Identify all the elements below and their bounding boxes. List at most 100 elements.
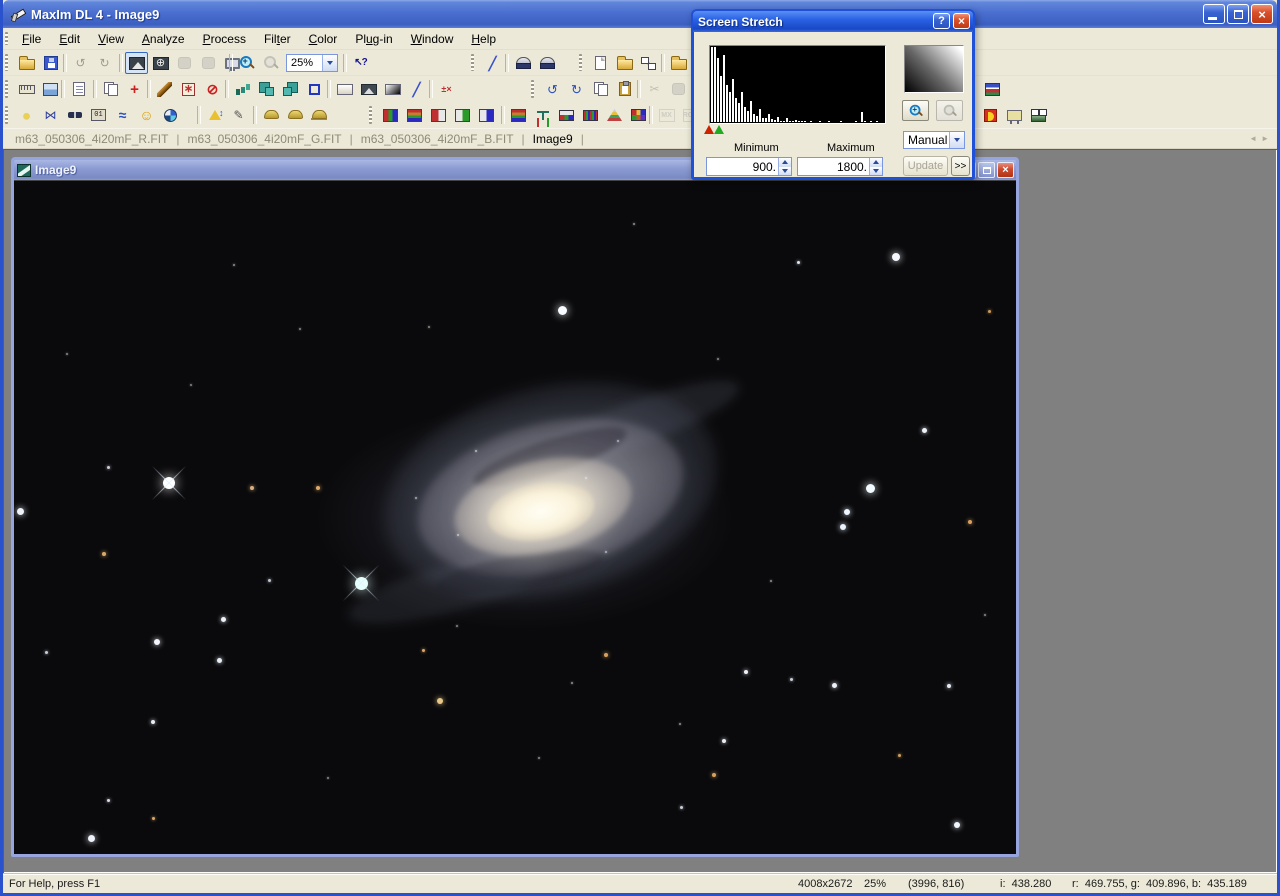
animate-frames-button[interactable]: 01	[87, 104, 110, 126]
ruler-button[interactable]	[15, 78, 38, 100]
gradient-remove-button[interactable]	[381, 78, 404, 100]
open-image-button[interactable]	[15, 52, 38, 74]
menu-file[interactable]: File	[13, 29, 50, 49]
redo-edit-button[interactable]: ↻	[565, 78, 588, 100]
new-document-button[interactable]	[589, 52, 612, 74]
tab-m63-050306-4i20mf-g-fit[interactable]: m63_050306_4i20mF_G.FIT	[184, 130, 346, 148]
toolbar-grip[interactable]	[5, 54, 8, 71]
night-vision-button[interactable]	[979, 104, 1002, 126]
menu-grip[interactable]	[5, 32, 8, 45]
tab-m63-050306-4i20mf-b-fit[interactable]: m63_050306_4i20mF_B.FIT	[357, 130, 518, 148]
stretch-histogram[interactable]	[709, 45, 886, 124]
file-manager-button[interactable]	[667, 52, 690, 74]
zoom-dropdown-arrow[interactable]	[322, 55, 337, 71]
restore-button[interactable]	[1227, 4, 1249, 24]
minimum-slider-handle[interactable]	[704, 125, 714, 134]
flatten-two-button[interactable]	[283, 104, 306, 126]
color-wheel-button[interactable]	[159, 104, 182, 126]
menu-edit[interactable]: Edit	[50, 29, 89, 49]
histogram-window-button[interactable]	[231, 78, 254, 100]
color-combine-button[interactable]	[379, 104, 402, 126]
minimum-input[interactable]: 900.	[706, 157, 792, 176]
stretch-mode-select[interactable]: Manual	[903, 131, 965, 149]
toolbar-grip[interactable]	[369, 106, 372, 124]
annotate-pencil-button[interactable]: ✎	[227, 104, 250, 126]
dome-camera-button[interactable]	[535, 52, 558, 74]
open-file-button[interactable]	[613, 52, 636, 74]
paste-button[interactable]	[613, 78, 636, 100]
screen-stretch-title-bar[interactable]: Screen Stretch ? ×	[693, 11, 973, 32]
split-green-button[interactable]	[451, 104, 474, 126]
toolbar-grip[interactable]	[471, 54, 474, 71]
menu-filter[interactable]: Filter	[255, 29, 300, 49]
unsharp-waves-button[interactable]: ≈	[111, 104, 134, 126]
line-tool-button[interactable]: ╱	[481, 52, 504, 74]
image9-close-button[interactable]: ×	[997, 162, 1014, 178]
screen-stretch-button[interactable]	[125, 52, 148, 74]
color-tiles-button[interactable]	[627, 104, 650, 126]
undo-edit-button[interactable]: ↺	[541, 78, 564, 100]
align-images-button[interactable]	[981, 78, 1004, 100]
rgb-stripes-button[interactable]	[579, 104, 602, 126]
expand-dialog-button[interactable]: >>	[951, 156, 970, 176]
curves-tool-button[interactable]: ╱	[405, 78, 428, 100]
galaxy-image-canvas[interactable]	[14, 180, 1016, 854]
color-layers-button[interactable]	[507, 104, 530, 126]
copy-button[interactable]	[589, 78, 612, 100]
menu-help[interactable]: Help	[462, 29, 505, 49]
screen-control-button[interactable]	[1003, 104, 1026, 126]
menu-view[interactable]: View	[89, 29, 133, 49]
tab-scroll-right-button[interactable]: ►	[1261, 134, 1269, 143]
menu-plugin[interactable]: Plug-in	[346, 29, 401, 49]
flatten-one-button[interactable]	[259, 104, 282, 126]
flatten-three-button[interactable]	[307, 104, 330, 126]
zoom-level-select[interactable]: 25%	[286, 54, 338, 72]
image-adjust-button[interactable]	[357, 78, 380, 100]
tab-image9[interactable]: Image9	[529, 130, 577, 148]
stretch-mode-dropdown-arrow[interactable]	[949, 132, 964, 148]
duplicate-image-button[interactable]	[99, 78, 122, 100]
split-blue-button[interactable]	[475, 104, 498, 126]
line-preview-button[interactable]	[63, 104, 86, 126]
flatten-background-button[interactable]	[333, 78, 356, 100]
color-stack-button[interactable]	[403, 104, 426, 126]
toolbar-grip[interactable]	[5, 106, 8, 124]
toolbar-grip[interactable]	[531, 80, 534, 98]
title-bar[interactable]: MaxIm DL 4 - Image9 ×	[3, 0, 1277, 28]
split-red-button[interactable]	[427, 104, 450, 126]
tab-scroll-left-button[interactable]: ◄	[1249, 134, 1257, 143]
toolbar-grip[interactable]	[5, 80, 8, 98]
combine-images-alt-button[interactable]	[279, 78, 302, 100]
save-image-button[interactable]	[39, 52, 62, 74]
threshold-blob-button[interactable]: ●	[15, 104, 38, 126]
auto-smooth-button[interactable]: ☺	[135, 104, 158, 126]
pixel-grid-button[interactable]	[39, 78, 62, 100]
selection-box-button[interactable]	[303, 78, 326, 100]
image9-maximize-button[interactable]	[978, 162, 995, 178]
minimum-spinner[interactable]	[778, 158, 791, 175]
batch-process-button[interactable]	[637, 52, 660, 74]
menu-window[interactable]: Window	[402, 29, 463, 49]
toolbar-grip[interactable]	[579, 54, 582, 71]
window-tile-button[interactable]	[1027, 104, 1050, 126]
maximum-input[interactable]: 1800.	[797, 157, 883, 176]
pixel-math-button[interactable]: ±×	[435, 78, 458, 100]
pixel-info-button[interactable]	[67, 78, 90, 100]
minimize-button[interactable]	[1203, 4, 1225, 24]
dialog-help-button[interactable]: ?	[933, 13, 950, 29]
tab-m63-050306-4i20mf-r-fit[interactable]: m63_050306_4i20mF_R.FIT	[11, 130, 172, 148]
histogram-zoom-in-button[interactable]: +	[902, 100, 929, 121]
aim-reticle-button[interactable]	[149, 52, 172, 74]
context-help-button[interactable]: ↖?	[349, 52, 372, 74]
menu-analyze[interactable]: Analyze	[133, 29, 194, 49]
menu-color[interactable]: Color	[300, 29, 347, 49]
dialog-close-button[interactable]: ×	[953, 13, 970, 29]
align-warning-button[interactable]	[203, 104, 226, 126]
maximum-slider-handle[interactable]	[714, 125, 724, 134]
crosshair-marker-button[interactable]: +	[123, 78, 146, 100]
combine-images-button[interactable]	[255, 78, 278, 100]
kernel-filter-button[interactable]: ∗	[177, 78, 200, 100]
close-button[interactable]: ×	[1251, 4, 1273, 24]
menu-process[interactable]: Process	[194, 29, 255, 49]
color-pyramid-button[interactable]	[603, 104, 626, 126]
